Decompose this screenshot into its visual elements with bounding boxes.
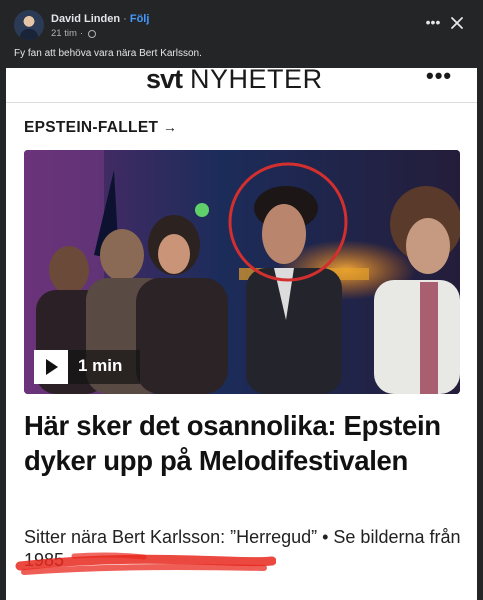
author-row: David Linden · Följ [51, 12, 149, 26]
video-duration: 1 min [78, 356, 123, 375]
article-kicker: EPSTEIN-FALLET → [24, 119, 177, 137]
arrow-right-icon: → [162, 119, 178, 135]
post-meta: 21 tim · [51, 28, 97, 40]
author-name[interactable]: David Linden [51, 13, 120, 25]
post-image[interactable]: svt NYHETER ••• EPSTEIN-FALLET → 1 min H… [6, 68, 477, 600]
svt-logo-mark: svt [146, 68, 183, 94]
article-headline: Här sker det osannolika: Epstein dyker u… [24, 410, 441, 476]
avatar[interactable] [14, 10, 44, 40]
svt-logo-text: NYHETER [190, 68, 323, 94]
kicker-text: EPSTEIN-FALLET [24, 119, 159, 136]
close-icon[interactable] [448, 14, 466, 32]
time-separator: · [79, 28, 84, 39]
svt-menu-icon: ••• [426, 68, 453, 88]
post-header: David Linden · Följ 21 tim · ••• Fy fan … [0, 0, 483, 68]
svt-topbar: svt NYHETER ••• [6, 68, 477, 103]
author-separator: · [123, 13, 127, 25]
follow-button[interactable]: Följ [130, 13, 150, 25]
video-thumbnail: 1 min [24, 150, 460, 394]
red-underline-scribble [15, 552, 276, 575]
video-badge: 1 min [34, 350, 140, 384]
more-icon[interactable]: ••• [423, 12, 443, 32]
post-caption: Fy fan att behöva vara nära Bert Karlsso… [14, 48, 202, 59]
play-icon [34, 350, 68, 384]
svt-logo: svt NYHETER [146, 68, 323, 96]
post-time[interactable]: 21 tim [51, 28, 77, 40]
globe-icon [88, 30, 97, 38]
